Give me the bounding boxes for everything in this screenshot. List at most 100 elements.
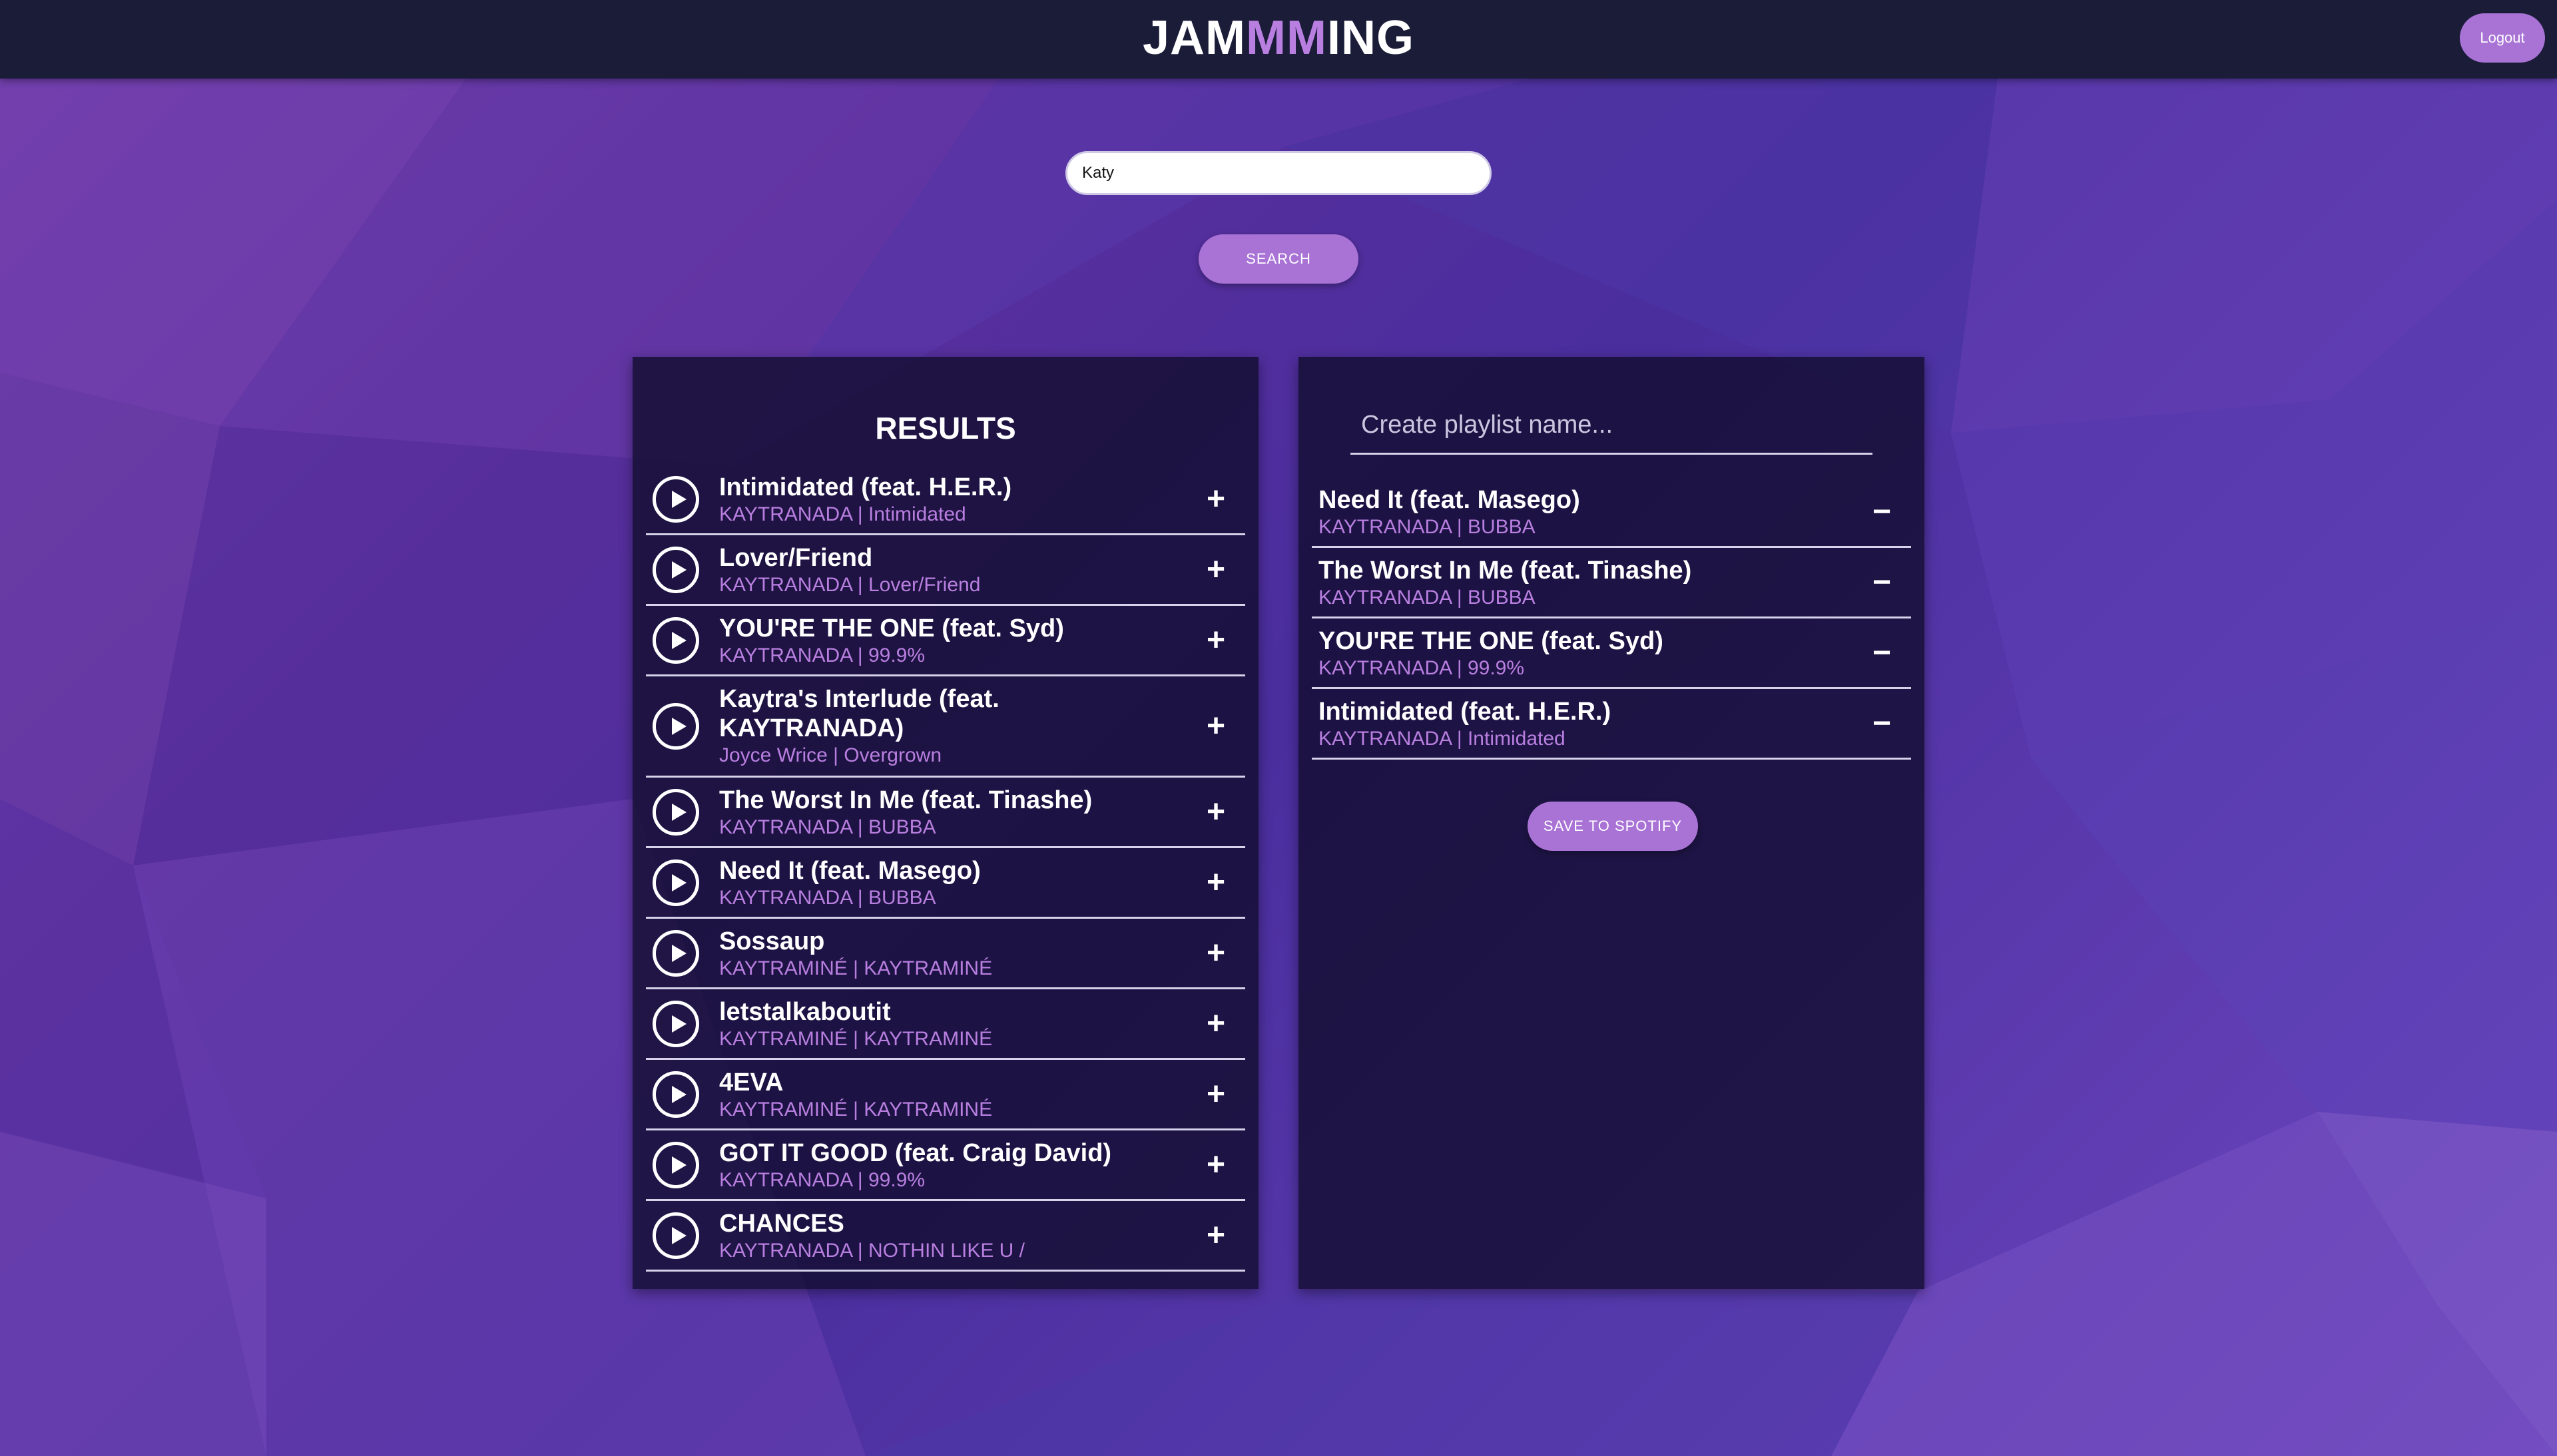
track-artist: KAYTRAMINÉ bbox=[719, 957, 848, 979]
track-album: Intimidated bbox=[868, 503, 966, 525]
add-track-icon[interactable]: + bbox=[1207, 483, 1225, 515]
play-icon[interactable] bbox=[653, 475, 699, 523]
track-meta: Joyce Wrice | Overgrown bbox=[719, 744, 942, 766]
add-track-icon[interactable]: + bbox=[1207, 796, 1225, 828]
remove-track-icon[interactable]: − bbox=[1872, 636, 1891, 669]
track-meta: KAYTRAMINÉ | KAYTRAMINÉ bbox=[719, 1098, 993, 1120]
track-album: BUBBA bbox=[1467, 587, 1536, 608]
playlist-name-input[interactable]: Create playlist name... bbox=[1350, 405, 1872, 455]
track-album: KAYTRAMINÉ bbox=[864, 1028, 993, 1050]
track-name: Need It (feat. Masego) bbox=[1318, 486, 1580, 514]
play-icon[interactable] bbox=[653, 616, 699, 664]
track-meta: KAYTRAMINÉ | KAYTRAMINÉ bbox=[719, 1028, 993, 1050]
add-track-icon[interactable]: + bbox=[1207, 866, 1225, 899]
track-name: Lover/Friend bbox=[719, 544, 873, 572]
track-artist: Joyce Wrice bbox=[719, 744, 828, 766]
playlist-panel: Create playlist name... Need It (feat. M… bbox=[1298, 357, 1924, 1289]
track-name: The Worst In Me (feat. Tinashe) bbox=[719, 786, 1093, 814]
track-meta: KAYTRANADA | 99.9% bbox=[719, 1169, 926, 1191]
add-track-icon[interactable]: + bbox=[1207, 1007, 1225, 1040]
track-row: Kaytra's Interlude (feat. KAYTRANADA) Joy… bbox=[646, 676, 1245, 778]
track-album: 99.9% bbox=[868, 644, 926, 666]
track-name: CHANCES bbox=[719, 1210, 844, 1238]
remove-track-icon[interactable]: − bbox=[1872, 566, 1891, 599]
app-logo: JAMMMING bbox=[1143, 11, 1414, 65]
add-track-icon[interactable]: + bbox=[1207, 937, 1225, 969]
track-name: GOT IT GOOD (feat. Craig David) bbox=[719, 1139, 1112, 1167]
track-name: letstalkaboutit bbox=[719, 998, 891, 1026]
track-name: The Worst In Me (feat. Tinashe) bbox=[1318, 557, 1692, 585]
track-album: Overgrown bbox=[844, 744, 942, 766]
remove-track-icon[interactable]: − bbox=[1872, 495, 1891, 528]
track-artist: KAYTRANADA bbox=[1318, 657, 1452, 679]
track-album: 99.9% bbox=[868, 1169, 926, 1191]
track-meta: KAYTRANADA | BUBBA bbox=[719, 816, 936, 838]
track-row: YOU'RE THE ONE (feat. Syd) KAYTRANADA | 9… bbox=[646, 606, 1245, 676]
track-name: Need It (feat. Masego) bbox=[719, 857, 981, 885]
track-artist: KAYTRAMINÉ bbox=[719, 1028, 848, 1050]
track-row: Lover/Friend KAYTRANADA | Lover/Friend + bbox=[646, 535, 1245, 606]
track-meta: KAYTRANADA | Intimidated bbox=[719, 503, 966, 525]
track-meta: KAYTRANADA | BUBBA bbox=[1318, 516, 1536, 538]
track-row: YOU'RE THE ONE (feat. Syd) KAYTRANADA | 9… bbox=[1312, 618, 1911, 689]
track-row: 4EVA KAYTRAMINÉ | KAYTRAMINÉ + bbox=[646, 1060, 1245, 1130]
playlist-list: Need It (feat. Masego) KAYTRANADA | BUBBA… bbox=[1298, 477, 1924, 760]
track-artist: KAYTRANADA bbox=[719, 644, 852, 666]
play-icon[interactable] bbox=[653, 702, 699, 750]
track-meta: KAYTRANADA | BUBBA bbox=[1318, 587, 1536, 608]
play-icon[interactable] bbox=[653, 929, 699, 977]
track-row: Intimidated (feat. H.E.R.) KAYTRANADA | I… bbox=[646, 465, 1245, 535]
track-album: BUBBA bbox=[868, 816, 936, 838]
track-album: Intimidated bbox=[1467, 728, 1565, 750]
track-row: Need It (feat. Masego) KAYTRANADA | BUBBA… bbox=[1312, 477, 1911, 548]
track-name: Intimidated (feat. H.E.R.) bbox=[719, 473, 1012, 501]
add-track-icon[interactable]: + bbox=[1207, 553, 1225, 586]
remove-track-icon[interactable]: − bbox=[1872, 707, 1891, 740]
track-artist: KAYTRANADA bbox=[719, 574, 852, 596]
search-button[interactable]: SEARCH bbox=[1199, 234, 1358, 284]
track-album: BUBBA bbox=[868, 887, 936, 909]
track-artist: KAYTRANADA bbox=[719, 887, 852, 909]
search-input[interactable]: Katy bbox=[1065, 151, 1492, 195]
play-icon[interactable] bbox=[653, 788, 699, 836]
track-meta: KAYTRANADA | Intimidated bbox=[1318, 728, 1565, 750]
track-album: KAYTRAMINÉ bbox=[864, 957, 993, 979]
play-icon[interactable] bbox=[653, 1000, 699, 1047]
track-artist: KAYTRANADA bbox=[719, 503, 852, 525]
add-track-icon[interactable]: + bbox=[1207, 710, 1225, 742]
track-album: Lover/Friend bbox=[868, 574, 981, 596]
play-icon[interactable] bbox=[653, 1141, 699, 1188]
background-polygons bbox=[0, 79, 2557, 1456]
track-artist: KAYTRANADA bbox=[1318, 587, 1452, 608]
save-to-spotify-button[interactable]: SAVE TO SPOTIFY bbox=[1528, 802, 1698, 851]
track-row: GOT IT GOOD (feat. Craig David) KAYTRANAD… bbox=[646, 1130, 1245, 1201]
track-artist: KAYTRANADA bbox=[1318, 516, 1452, 538]
play-icon[interactable] bbox=[653, 1212, 699, 1259]
track-meta: KAYTRANADA | Lover/Friend bbox=[719, 574, 981, 596]
add-track-icon[interactable]: + bbox=[1207, 1078, 1225, 1110]
track-meta: KAYTRANADA | 99.9% bbox=[719, 644, 926, 666]
track-album: KAYTRAMINÉ bbox=[864, 1098, 993, 1120]
app-header: JAMMMING Logout bbox=[0, 0, 2557, 79]
play-icon[interactable] bbox=[653, 859, 699, 906]
play-icon[interactable] bbox=[653, 1071, 699, 1118]
track-name: Kaytra's Interlude (feat. KAYTRANADA) bbox=[719, 685, 999, 742]
track-row: Need It (feat. Masego) KAYTRANADA | BUBBA… bbox=[646, 848, 1245, 919]
add-track-icon[interactable]: + bbox=[1207, 1148, 1225, 1181]
track-meta: KAYTRAMINÉ | KAYTRAMINÉ bbox=[719, 957, 993, 979]
track-artist: KAYTRANADA bbox=[719, 1240, 852, 1262]
track-name: YOU'RE THE ONE (feat. Syd) bbox=[1318, 627, 1663, 655]
logout-button[interactable]: Logout bbox=[2460, 13, 2545, 63]
track-artist: KAYTRANADA bbox=[1318, 728, 1452, 750]
track-name: YOU'RE THE ONE (feat. Syd) bbox=[719, 614, 1064, 642]
track-row: Sossaup KAYTRAMINÉ | KAYTRAMINÉ + bbox=[646, 919, 1245, 989]
track-row: CHANCES KAYTRANADA | NOTHIN LIKE U / + bbox=[646, 1201, 1245, 1272]
track-row: The Worst In Me (feat. Tinashe) KAYTRANAD… bbox=[646, 778, 1245, 848]
play-icon[interactable] bbox=[653, 546, 699, 593]
track-meta: KAYTRANADA | NOTHIN LIKE U / bbox=[719, 1240, 1025, 1262]
add-track-icon[interactable]: + bbox=[1207, 624, 1225, 656]
track-name: 4EVA bbox=[719, 1069, 784, 1096]
track-album: 99.9% bbox=[1467, 657, 1525, 679]
track-artist: KAYTRANADA bbox=[719, 1169, 852, 1191]
add-track-icon[interactable]: + bbox=[1207, 1219, 1225, 1252]
